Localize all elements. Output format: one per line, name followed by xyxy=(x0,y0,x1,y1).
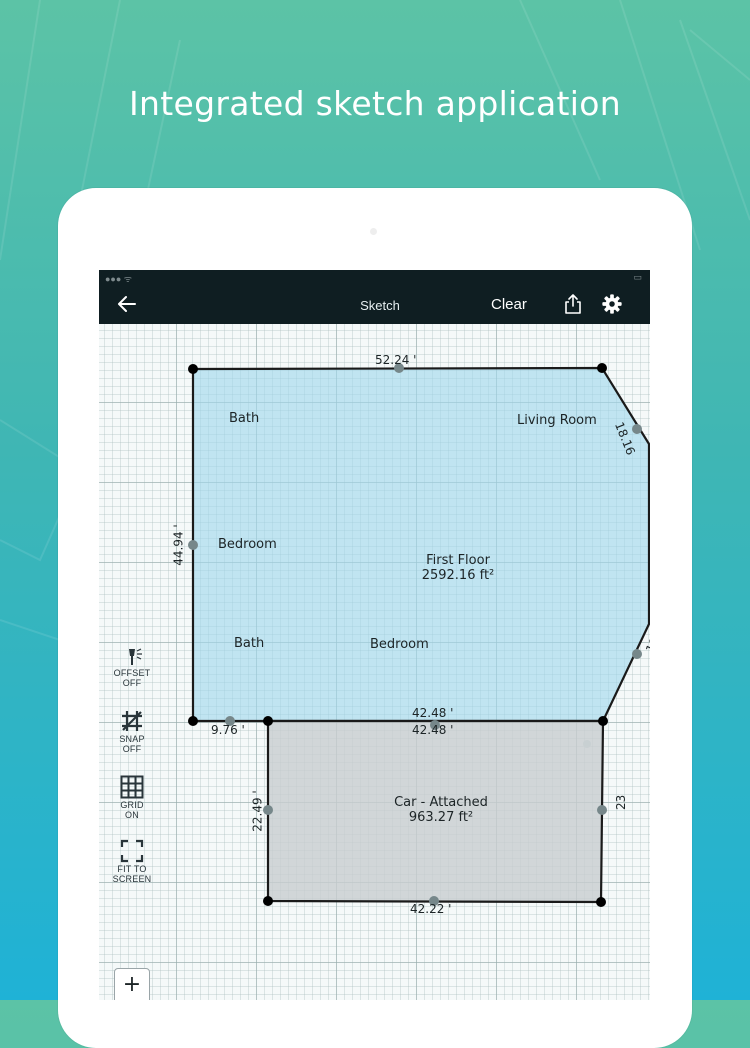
share-icon[interactable] xyxy=(563,293,583,315)
status-bar: ●●● ᯤ ▭ xyxy=(99,270,650,286)
offset-toggle[interactable]: OFFSET OFF xyxy=(105,646,159,688)
app-screen: ●●● ᯤ ▭ Sketch Clear Bath Living Room Be… xyxy=(99,270,650,1000)
dimension-shared-lower: 42.48 ' xyxy=(412,723,454,737)
fit-label-2: SCREEN xyxy=(112,874,152,884)
room-label-bath: Bath xyxy=(234,636,265,651)
garage-area: 963.27 ft² xyxy=(408,810,474,825)
grid-toggle[interactable]: GRID ON xyxy=(105,774,159,820)
dimension-garage-bottom: 42.22 ' xyxy=(410,902,452,916)
gear-icon[interactable] xyxy=(601,293,623,315)
clear-button[interactable]: Clear xyxy=(491,296,527,313)
offset-state: OFF xyxy=(122,678,142,688)
first-floor-name: First Floor xyxy=(426,553,490,568)
room-label-living-room: Living Room xyxy=(517,413,597,428)
grid-icon xyxy=(120,775,144,799)
headline: Integrated sketch application xyxy=(129,84,621,123)
top-toolbar: Sketch Clear xyxy=(99,286,650,324)
snap-state: OFF xyxy=(122,744,142,754)
offset-label: OFFSET xyxy=(113,668,151,678)
garage-name: Car - Attached xyxy=(394,795,488,810)
snap-label: SNAP xyxy=(119,734,145,744)
status-battery: ▭ xyxy=(633,272,642,282)
zoom-in-button[interactable]: + xyxy=(115,969,149,1000)
front-camera xyxy=(370,228,377,235)
room-label-bedroom: Bedroom xyxy=(218,537,277,552)
dimension-garage-right: 23 xyxy=(614,794,628,810)
zoom-control: + − xyxy=(114,968,150,1000)
sketch-canvas[interactable]: Bath Living Room Bedroom Bath Bedroom Fi… xyxy=(99,324,650,1000)
fit-to-screen-icon xyxy=(120,839,144,863)
snap-icon xyxy=(122,711,142,731)
fit-to-screen-button[interactable]: FIT TO SCREEN xyxy=(105,838,159,884)
room-label-bath: Bath xyxy=(229,411,260,426)
dimension-shared-upper: 42.48 ' xyxy=(412,706,454,720)
snap-toggle[interactable]: SNAP OFF xyxy=(105,708,159,754)
room-label-bedroom: Bedroom xyxy=(370,637,429,652)
fit-label: FIT TO xyxy=(117,864,147,874)
offset-icon xyxy=(129,648,142,665)
dimension-top: 52.24 ' xyxy=(375,353,417,367)
first-floor-area: 2592.16 ft² xyxy=(421,568,495,583)
status-carrier: ●●● ᯤ xyxy=(105,274,133,284)
grid-state: ON xyxy=(125,810,139,820)
dimension-garage-left: 22.49 ' xyxy=(250,790,265,832)
dimension-left: 44.94 ' xyxy=(171,524,186,566)
dimension-bottom-left: 9.76 ' xyxy=(211,723,245,737)
grid-label: GRID xyxy=(120,800,144,810)
